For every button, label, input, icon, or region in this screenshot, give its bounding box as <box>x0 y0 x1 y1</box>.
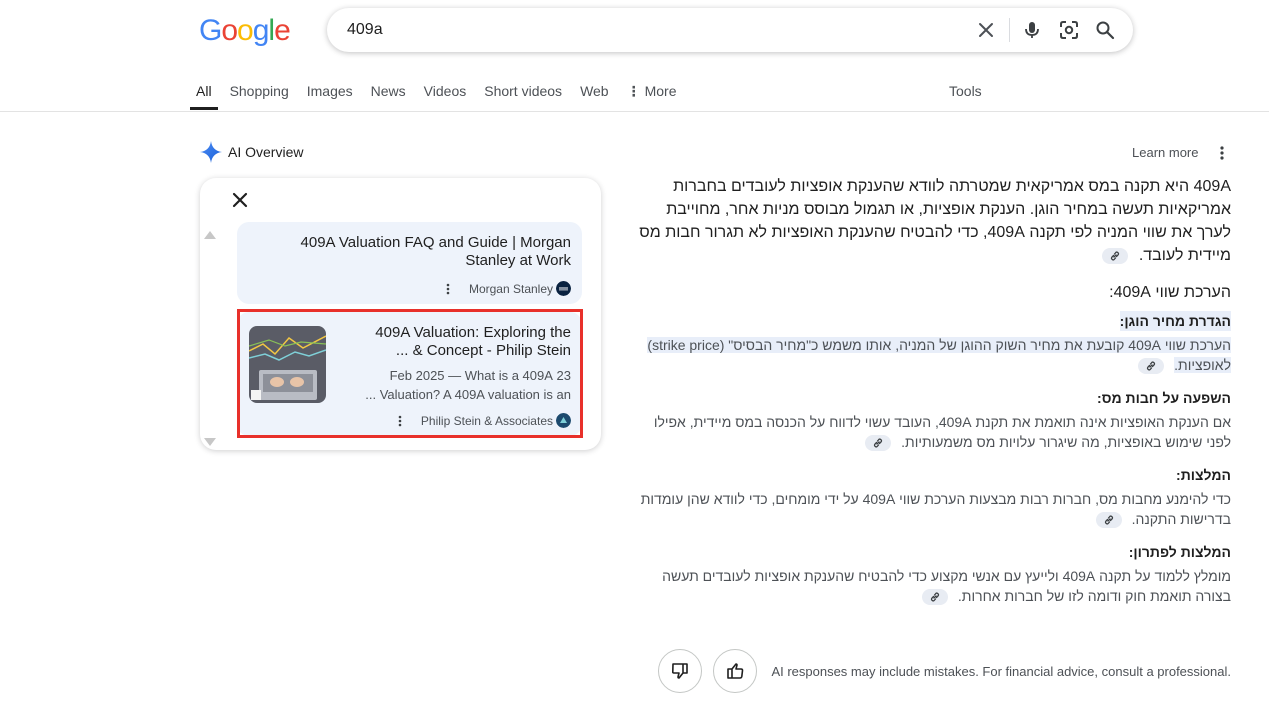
close-icon <box>979 23 993 37</box>
tab-all[interactable]: All <box>190 80 218 110</box>
citation-link-button[interactable] <box>865 435 892 452</box>
tab-videos[interactable]: Videos <box>418 80 473 108</box>
citation-link-button[interactable] <box>1138 358 1165 375</box>
clear-search-button[interactable] <box>974 18 998 42</box>
section-title: הגדרת מחיר הוגן: <box>1119 311 1231 331</box>
source-menu-button[interactable] <box>394 414 406 428</box>
search-input[interactable] <box>347 18 947 42</box>
ai-overview-menu-button[interactable] <box>1214 145 1230 161</box>
tab-news[interactable]: News <box>365 80 412 108</box>
section-title: המלצות לפתרון: <box>1128 544 1231 560</box>
tab-more[interactable]: ⋮ More <box>621 80 683 108</box>
section-body: הערכת שווי 409A קובעת את מחיר השוק ההוגן… <box>630 335 1231 375</box>
more-vertical-icon <box>446 283 450 294</box>
citation-link-button[interactable] <box>922 589 948 606</box>
source-name: Morgan Stanley <box>468 281 553 296</box>
microphone-icon <box>1025 22 1039 38</box>
source-title[interactable]: 409A Valuation FAQ and Guide | Morgan St… <box>271 234 571 270</box>
laptop-chart-thumbnail-icon <box>249 326 326 403</box>
logo-letter: G <box>199 14 222 47</box>
link-icon <box>1147 361 1156 371</box>
search-tabs: All Shopping Images News Videos Short vi… <box>190 80 689 110</box>
search-bar <box>327 8 1133 52</box>
more-dots-icon: ⋮ <box>626 83 641 99</box>
sources-panel: 409A Valuation FAQ and Guide | Morgan St… <box>200 178 601 450</box>
voice-search-button[interactable] <box>1020 18 1044 42</box>
source-menu-button[interactable] <box>442 282 454 296</box>
source-name: Philip Stein & Associates <box>420 413 553 428</box>
triangle-down-icon <box>204 438 216 446</box>
citation-link-button[interactable] <box>1102 247 1129 264</box>
link-icon <box>1111 251 1120 261</box>
search-divider <box>1009 18 1010 42</box>
section-body: כדי להימנע מחבות מס, חברות רבות מבצעות ה… <box>630 489 1231 529</box>
tab-more-label: More <box>644 83 677 99</box>
tab-images[interactable]: Images <box>301 80 359 108</box>
link-icon <box>930 592 940 602</box>
ai-disclaimer: AI responses may include mistakes. For f… <box>771 664 1231 679</box>
logo-letter: o <box>221 14 238 47</box>
answer-intro: 409A היא תקנה במס אמריקאית שמטרתה לוודא … <box>630 175 1231 267</box>
camera-lens-icon <box>1060 21 1078 39</box>
ai-overview-header: AI Overview <box>199 140 303 164</box>
section-body: אם הענקת האופציות אינה תואמת את תקנת 409… <box>630 412 1231 452</box>
tab-web[interactable]: Web <box>574 80 615 108</box>
section-title: המלצות: <box>1176 467 1231 483</box>
source-title[interactable]: 409A Valuation: Exploring the Concept - … <box>351 324 571 360</box>
source-card-morgan-stanley[interactable]: 409A Valuation FAQ and Guide | Morgan St… <box>237 222 582 304</box>
scroll-down-button[interactable] <box>203 434 217 452</box>
citation-link-button[interactable] <box>1095 512 1122 529</box>
ai-overview-title: AI Overview <box>228 144 304 160</box>
link-icon <box>874 438 883 448</box>
close-icon <box>232 192 248 208</box>
source-thumbnail <box>249 326 326 403</box>
logo-letter: o <box>237 14 254 47</box>
triangle-up-icon <box>204 231 216 239</box>
logo-letter: e <box>274 14 291 47</box>
logo-letter: g <box>252 14 270 47</box>
learn-more-link[interactable]: Learn more <box>1132 145 1198 160</box>
section-title: השפעה על חבות מס: <box>1097 390 1231 406</box>
ai-answer: 409A היא תקנה במס אמריקאית שמטרתה לוודא … <box>630 175 1231 606</box>
search-icon <box>1096 21 1115 40</box>
link-icon <box>1104 515 1113 525</box>
section-body-text: אם הענקת האופציות אינה תואמת את תקנת 409… <box>653 414 1231 450</box>
philip-stein-logo-icon <box>556 413 571 428</box>
tab-shopping[interactable]: Shopping <box>224 80 295 108</box>
google-logo[interactable]: Google <box>199 14 291 48</box>
sparkle-icon <box>200 141 222 163</box>
lens-search-button[interactable] <box>1057 18 1081 42</box>
source-attribution: Philip Stein & Associates <box>394 413 571 428</box>
scroll-up-button[interactable] <box>203 227 217 245</box>
morgan-stanley-logo-icon <box>556 281 571 296</box>
answer-intro-text: 409A היא תקנה במס אמריקאית שמטרתה לוודא … <box>639 178 1231 264</box>
search-button[interactable] <box>1093 18 1117 42</box>
source-snippet: 23 Feb 2025 — What is a 409A Valuation? … <box>365 368 571 402</box>
answer-subheading: הערכת שווי 409A: <box>1109 284 1231 301</box>
more-vertical-icon <box>398 415 402 426</box>
close-sources-button[interactable] <box>231 191 251 211</box>
source-attribution: Morgan Stanley <box>442 281 571 296</box>
tabs-divider <box>0 111 1269 112</box>
section-body-text: כדי להימנע מחבות מס, חברות רבות מבצעות ה… <box>640 491 1231 527</box>
tools-button[interactable]: Tools <box>949 83 982 99</box>
tab-short-videos[interactable]: Short videos <box>478 80 568 108</box>
more-vertical-icon <box>1220 146 1224 160</box>
section-body: מומלץ ללמוד על תקנה 409A ולייעץ עם אנשי … <box>630 566 1231 606</box>
source-card-philip-stein[interactable]: 409A Valuation: Exploring the Concept - … <box>237 312 582 436</box>
